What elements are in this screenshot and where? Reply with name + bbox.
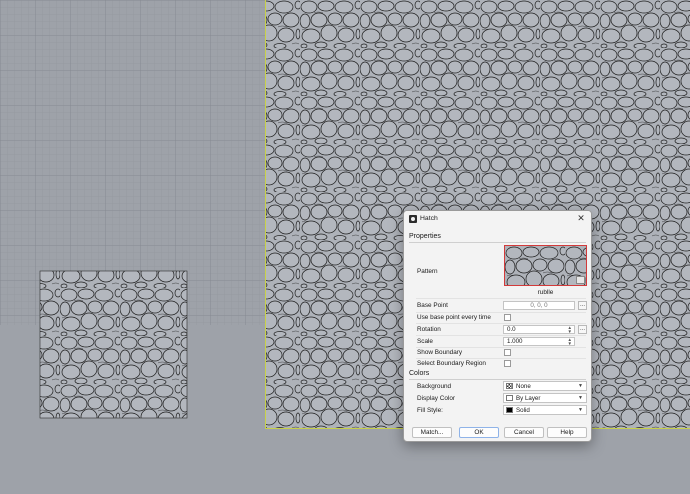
chevron-down-icon: ▼ xyxy=(578,395,583,401)
base-point-label: Base Point xyxy=(417,302,448,309)
fill-style-value: Solid xyxy=(516,407,530,414)
select-boundary-label: Select Boundary Region xyxy=(417,360,486,367)
pattern-dropdown-icon[interactable] xyxy=(576,276,585,284)
base-point-picker-button[interactable]: ... xyxy=(578,301,587,310)
display-color-value: By Layer xyxy=(516,395,541,402)
match-button[interactable]: Match... xyxy=(412,427,452,438)
hatch-app-icon xyxy=(409,215,417,223)
background-label: Background xyxy=(417,383,452,390)
scale-label: Scale xyxy=(417,338,433,345)
divider xyxy=(416,335,586,336)
pattern-name: rublle xyxy=(537,289,554,296)
fill-style-label: Fill Style: xyxy=(417,407,443,414)
fill-style-select[interactable]: Solid ▼ xyxy=(503,405,587,415)
background-value: None xyxy=(516,383,531,390)
section-colors: Colors xyxy=(409,370,430,377)
rotation-value: 0.0 xyxy=(507,326,516,333)
pattern-preview[interactable] xyxy=(504,245,587,286)
display-color-swatch xyxy=(506,395,513,401)
dialog-titlebar[interactable]: Hatch ✕ xyxy=(404,211,591,227)
spin-arrows-icon[interactable]: ▲ ▼ xyxy=(568,326,572,333)
chevron-down-icon: ▼ xyxy=(578,407,583,413)
cancel-button[interactable]: Cancel xyxy=(504,427,544,438)
rotation-picker-button[interactable]: ... xyxy=(578,325,587,334)
section-properties: Properties xyxy=(409,233,441,240)
dialog-title: Hatch xyxy=(420,215,438,222)
divider xyxy=(416,358,586,359)
show-boundary-checkbox[interactable] xyxy=(504,349,511,356)
rotation-field[interactable]: 0.0 ▲ ▼ xyxy=(503,325,575,334)
select-boundary-checkbox[interactable] xyxy=(504,360,511,367)
fill-style-swatch xyxy=(506,407,513,413)
divider xyxy=(409,242,586,243)
display-color-label: Display Color xyxy=(417,395,456,402)
divider xyxy=(416,298,586,299)
display-color-select[interactable]: By Layer ▼ xyxy=(503,393,587,403)
divider xyxy=(416,323,586,324)
background-swatch xyxy=(506,383,513,389)
use-base-point-label: Use base point every time xyxy=(417,314,491,321)
hatch-small xyxy=(39,270,188,419)
ok-button[interactable]: OK xyxy=(459,427,499,438)
help-button[interactable]: Help xyxy=(547,427,587,438)
scale-value: 1.000 xyxy=(507,338,523,345)
spin-arrows-icon[interactable]: ▲ ▼ xyxy=(568,338,572,345)
show-boundary-label: Show Boundary xyxy=(417,349,463,356)
base-point-field[interactable]: 0, 0, 0 xyxy=(503,301,575,310)
chevron-down-icon: ▼ xyxy=(578,383,583,389)
divider xyxy=(409,379,586,380)
divider xyxy=(416,347,586,348)
background-select[interactable]: None ▼ xyxy=(503,381,587,391)
use-base-point-checkbox[interactable] xyxy=(504,314,511,321)
close-icon[interactable]: ✕ xyxy=(575,212,587,225)
pattern-label: Pattern xyxy=(417,268,438,275)
divider xyxy=(416,312,586,313)
hatch-dialog: Hatch ✕ Properties Pattern rublle Base P… xyxy=(403,210,592,442)
rotation-label: Rotation xyxy=(417,326,441,333)
scale-field[interactable]: 1.000 ▲ ▼ xyxy=(503,337,575,346)
pattern-swatch xyxy=(505,246,586,285)
